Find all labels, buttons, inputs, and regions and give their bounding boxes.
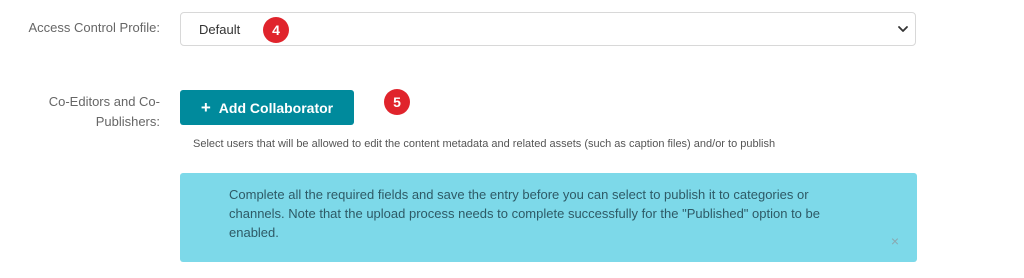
info-alert-message: Complete all the required fields and sav…	[229, 187, 820, 240]
info-alert: Complete all the required fields and sav…	[180, 173, 917, 262]
access-control-profile-select[interactable]: Default	[180, 12, 916, 46]
plus-icon: +	[200, 98, 211, 117]
add-collaborator-label: Add Collaborator	[218, 99, 334, 116]
step-badge-5: 5	[384, 89, 410, 115]
entry-settings-panel: Access Control Profile: Default 4 Co-Edi…	[0, 0, 1024, 278]
add-collaborator-button[interactable]: + Add Collaborator	[180, 90, 354, 125]
co-editors-helper-text: Select users that will be allowed to edi…	[193, 138, 776, 150]
access-control-profile-value: Default	[199, 22, 241, 37]
chevron-down-icon	[898, 26, 908, 32]
close-icon[interactable]: ×	[891, 233, 899, 249]
access-control-profile-label: Access Control Profile:	[28, 20, 161, 35]
step-badge-4: 4	[263, 17, 289, 43]
co-editors-label: Co-Editors and Co-Publishers:	[48, 94, 160, 129]
